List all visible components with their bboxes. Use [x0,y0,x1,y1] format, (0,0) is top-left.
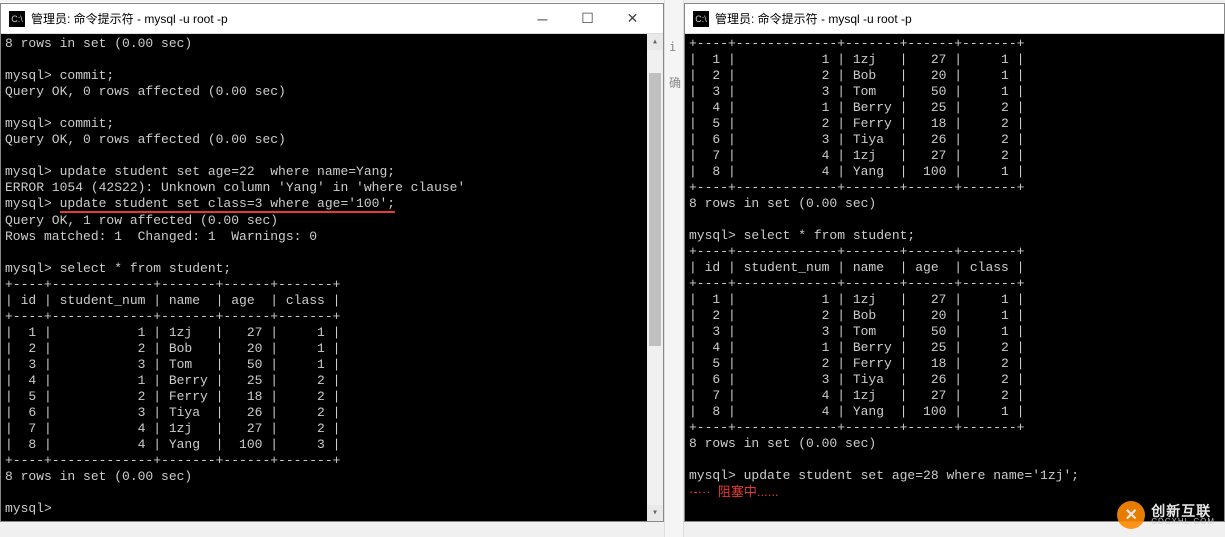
app-icon: C:\ [9,11,25,27]
table-row: | 8 | 4 | Yang | 100 | 1 | [689,164,1024,179]
titlebar[interactable]: C:\ 管理员: 命令提示符 - mysql -u root -p [685,4,1224,34]
minimize-button[interactable]: ─ [520,5,565,33]
out-line: mysql> commit; [5,68,114,83]
table-sep: +----+-------------+-------+------+-----… [689,276,1024,291]
window-title: 管理员: 命令提示符 - mysql -u root -p [715,10,1216,27]
table-row: | 3 | 3 | Tom | 50 | 1 | [689,324,1024,339]
table-sep: +----+-------------+-------+------+-----… [689,180,1024,195]
out-line: Query OK, 1 row affected (0.00 sec) [5,213,278,228]
terminal-window-right: C:\ 管理员: 命令提示符 - mysql -u root -p +----+… [684,3,1225,522]
table-header: | id | student_num | name | age | class … [689,260,1024,275]
highlighted-command: update student set class=3 where age='10… [60,197,395,213]
table-row: | 2 | 2 | Bob | 20 | 1 | [689,308,1024,323]
terminal-output[interactable]: 8 rows in set (0.00 sec) mysql> commit; … [1,34,663,521]
table-sep: +----+-------------+-------+------+-----… [689,420,1024,435]
out-line: mysql> [5,196,60,211]
window-title: 管理员: 命令提示符 - mysql -u root -p [31,10,520,27]
out-line: mysql> commit; [5,116,114,131]
out-line: mysql> select * from student; [5,261,231,276]
out-line: 8 rows in set (0.00 sec) [5,36,192,51]
table-row: | 8 | 4 | Yang | 100 | 1 | [689,404,1024,419]
table-row: | 6 | 3 | Tiya | 26 | 2 | [689,132,1024,147]
table-row: | 4 | 1 | Berry | 25 | 2 | [689,340,1024,355]
table-row: | 3 | 3 | Tom | 50 | 1 | [5,357,340,372]
out-line: Query OK, 0 rows affected (0.00 sec) [5,132,286,147]
table-sep: +----+-------------+-------+------+-----… [5,453,340,468]
out-line: 8 rows in set (0.00 sec) [689,436,876,451]
out-line: ERROR 1054 (42S22): Unknown column 'Yang… [5,180,465,195]
close-button[interactable]: ✕ [610,5,655,33]
scroll-thumb[interactable] [649,73,661,346]
out-line: mysql> update student set age=22 where n… [5,164,395,179]
out-line: 8 rows in set (0.00 sec) [5,469,192,484]
table-row: | 8 | 4 | Yang | 100 | 3 | [5,437,340,452]
terminal-window-left: C:\ 管理员: 命令提示符 - mysql -u root -p ─ ☐ ✕ … [0,3,664,522]
table-row: | 5 | 2 | Ferry | 18 | 2 | [689,116,1024,131]
scroll-track[interactable] [647,50,663,505]
table-row: | 7 | 4 | 1zj | 27 | 2 | [689,388,1024,403]
table-row: | 4 | 1 | Berry | 25 | 2 | [5,373,340,388]
table-row: | 2 | 2 | Bob | 20 | 1 | [5,341,340,356]
out-line: Rows matched: 1 Changed: 1 Warnings: 0 [5,229,317,244]
table-row: | 3 | 3 | Tom | 50 | 1 | [689,84,1024,99]
table-row: | 6 | 3 | Tiya | 26 | 2 | [5,405,340,420]
watermark-logo-icon: ✕ [1117,501,1145,529]
scroll-up-icon[interactable]: ▴ [647,34,663,50]
table-sep: +----+-------------+-------+------+-----… [5,309,340,324]
table-row: | 7 | 4 | 1zj | 27 | 2 | [5,421,340,436]
terminal-output[interactable]: +----+-------------+-------+------+-----… [685,34,1224,521]
watermark-py: CDCXHL.COM [1151,518,1215,526]
table-sep: +----+-------------+-------+------+-----… [689,244,1024,259]
window-controls: ─ ☐ ✕ [520,5,655,33]
out-line: 8 rows in set (0.00 sec) [689,196,876,211]
scrollbar[interactable]: ▴ ▾ [647,34,663,521]
table-row: | 1 | 1 | 1zj | 27 | 1 | [689,292,1024,307]
out-line: Query OK, 0 rows affected (0.00 sec) [5,84,286,99]
app-icon: C:\ [693,11,709,27]
table-row: | 5 | 2 | Ferry | 18 | 2 | [5,389,340,404]
out-line: mysql> update student set age=28 where n… [689,468,1079,483]
watermark-text: 创新互联 CDCXHL.COM [1151,504,1215,526]
table-row: | 4 | 1 | Berry | 25 | 2 | [689,100,1024,115]
table-row: | 1 | 1 | 1zj | 27 | 1 | [689,52,1024,67]
prompt[interactable]: mysql> [5,501,52,516]
maximize-button[interactable]: ☐ [565,5,610,33]
annotation-blocking: 阻塞中...... [718,484,779,499]
annotation-prefix: ·-··· [689,484,718,499]
table-sep: +----+-------------+-------+------+-----… [5,277,340,292]
titlebar[interactable]: C:\ 管理员: 命令提示符 - mysql -u root -p ─ ☐ ✕ [1,4,663,34]
table-row: | 1 | 1 | 1zj | 27 | 1 | [5,325,340,340]
table-row: | 6 | 3 | Tiya | 26 | 2 | [689,372,1024,387]
watermark-cn: 创新互联 [1151,504,1215,518]
watermark: ✕ 创新互联 CDCXHL.COM [1117,501,1215,529]
out-line: mysql> select * from student; [689,228,915,243]
table-row: | 7 | 4 | 1zj | 27 | 2 | [689,148,1024,163]
table-row: | 2 | 2 | Bob | 20 | 1 | [689,68,1024,83]
table-header: | id | student_num | name | age | class … [5,293,340,308]
background-strip: i 确 [664,0,684,537]
table-sep: +----+-------------+-------+------+-----… [689,36,1024,51]
table-row: | 5 | 2 | Ferry | 18 | 2 | [689,356,1024,371]
scroll-down-icon[interactable]: ▾ [647,505,663,521]
